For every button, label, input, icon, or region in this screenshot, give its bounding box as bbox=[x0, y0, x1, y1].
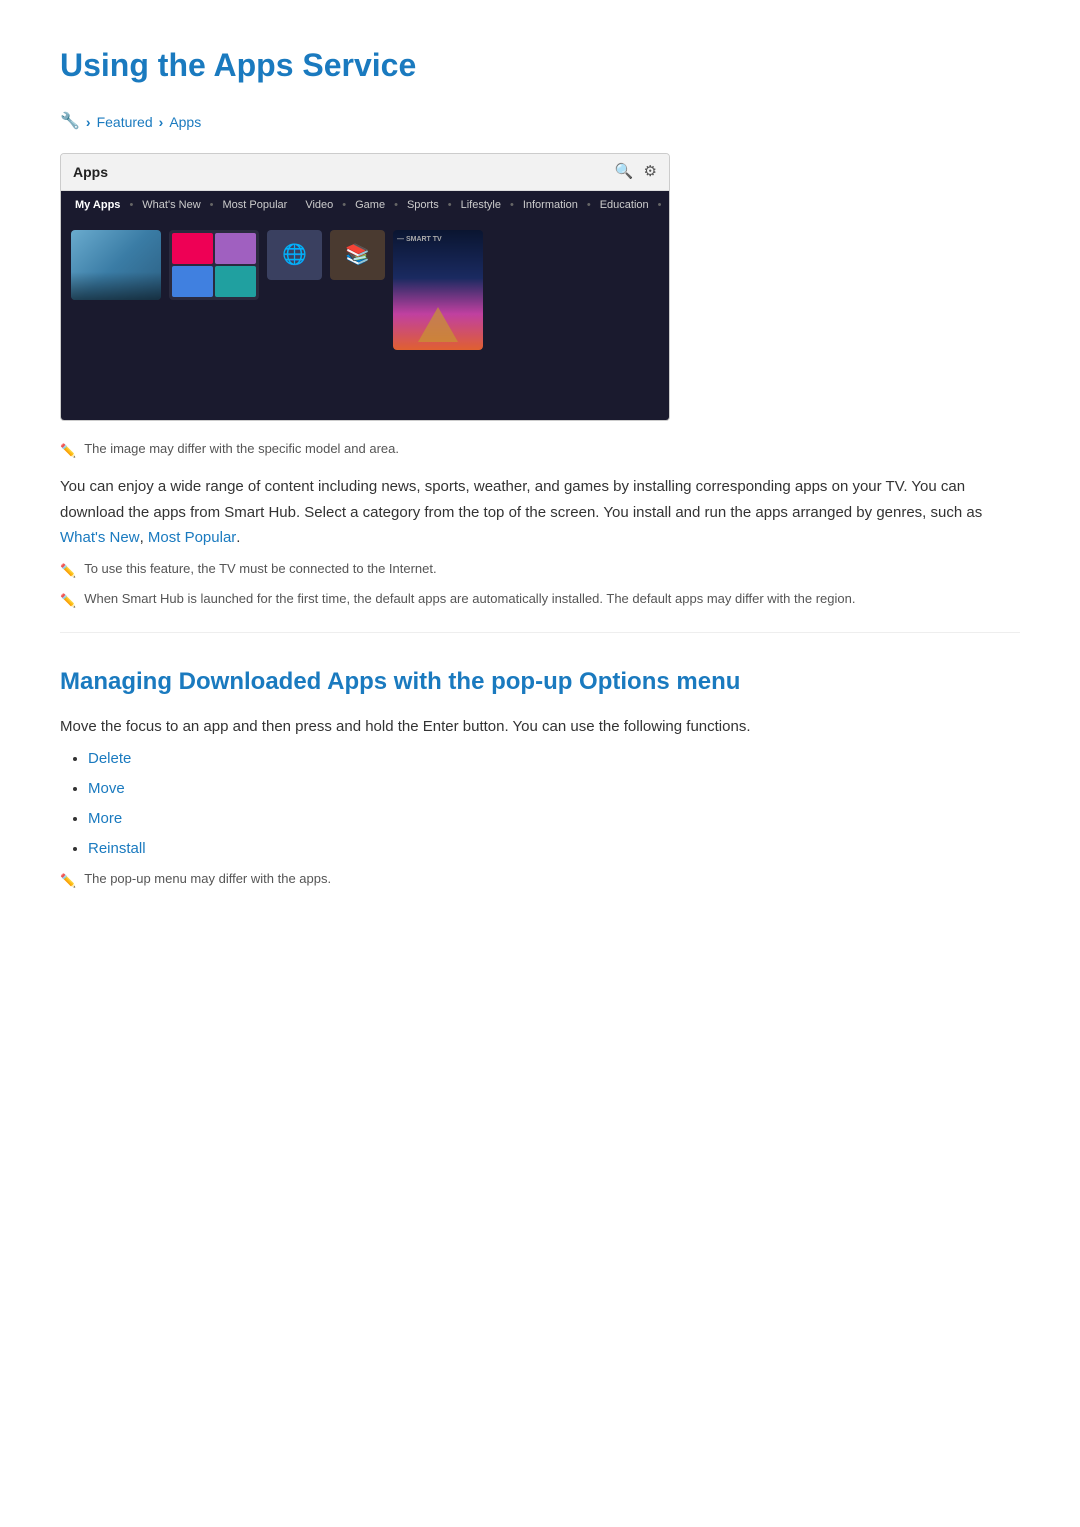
tv-nav-whatsnew: What's New bbox=[138, 195, 204, 217]
tv-screen-mockup: Apps 🔍 ⚙ My Apps • What's New • Most Pop… bbox=[60, 153, 670, 422]
list-item-move: Move bbox=[88, 777, 1020, 801]
tv-nav-kids: Kids bbox=[667, 195, 670, 217]
section2-intro: Move the focus to an app and then press … bbox=[60, 714, 1020, 740]
note-smarthub-text: When Smart Hub is launched for the first… bbox=[84, 589, 855, 610]
tv-nav-video: Video bbox=[301, 195, 337, 217]
tv-content-area: 🌐 📚 — SMART TV bbox=[61, 220, 669, 420]
tv-app-book: 📚 bbox=[330, 230, 385, 280]
link-more[interactable]: More bbox=[88, 810, 122, 827]
note-icon-1: ✏️ bbox=[60, 441, 76, 462]
tv-nav-sports: Sports bbox=[403, 195, 443, 217]
list-item-more: More bbox=[88, 807, 1020, 831]
link-move[interactable]: Move bbox=[88, 780, 125, 797]
image-note-text: The image may differ with the specific m… bbox=[84, 439, 399, 460]
page-title: Using the Apps Service bbox=[60, 40, 1020, 91]
breadcrumb-icon: 🔧 bbox=[60, 109, 80, 135]
tv-featured-app: — SMART TV bbox=[393, 230, 483, 350]
list-item-reinstall: Reinstall bbox=[88, 837, 1020, 861]
tv-app-landscape bbox=[71, 230, 161, 300]
note-internet-text: To use this feature, the TV must be conn… bbox=[84, 559, 436, 580]
section2-note-text: The pop-up menu may differ with the apps… bbox=[84, 869, 331, 890]
tv-app-grid-cell1 bbox=[172, 233, 213, 264]
tv-app-grid bbox=[169, 230, 259, 300]
note-icon-3: ✏️ bbox=[60, 591, 76, 612]
tv-app-grid-cell3 bbox=[172, 266, 213, 297]
tv-nav-game: Game bbox=[351, 195, 389, 217]
link-reinstall[interactable]: Reinstall bbox=[88, 840, 146, 857]
tv-nav-education: Education bbox=[596, 195, 653, 217]
tv-search-icon: 🔍 bbox=[615, 160, 634, 184]
tv-app-globe: 🌐 bbox=[267, 230, 322, 280]
breadcrumb-apps[interactable]: Apps bbox=[169, 111, 201, 133]
tv-nav-myapps: My Apps bbox=[71, 195, 124, 217]
note-icon-4: ✏️ bbox=[60, 871, 76, 892]
section-divider bbox=[60, 632, 1020, 633]
tv-top-icons: 🔍 ⚙ bbox=[615, 160, 657, 184]
tv-top-bar: Apps 🔍 ⚙ bbox=[61, 154, 669, 191]
breadcrumb: 🔧 › Featured › Apps bbox=[60, 109, 1020, 135]
tv-smart-label: — SMART TV bbox=[397, 234, 442, 245]
tv-second-row: 🌐 📚 bbox=[267, 230, 385, 280]
section2-footer-note: ✏️ The pop-up menu may differ with the a… bbox=[60, 869, 1020, 892]
tv-settings-icon: ⚙ bbox=[644, 160, 657, 184]
main-text-body: You can enjoy a wide range of content in… bbox=[60, 478, 982, 521]
tv-nav-mostpopular: Most Popular bbox=[219, 195, 292, 217]
breadcrumb-featured[interactable]: Featured bbox=[97, 111, 153, 133]
tv-prism-shape bbox=[418, 307, 458, 342]
tv-app-grid-cell4 bbox=[215, 266, 256, 297]
tv-nav-lifestyle: Lifestyle bbox=[457, 195, 505, 217]
breadcrumb-sep2: › bbox=[159, 111, 164, 133]
section2-list: Delete Move More Reinstall bbox=[60, 747, 1020, 861]
image-note: ✏️ The image may differ with the specifi… bbox=[60, 439, 1020, 462]
tv-nav-bar: My Apps • What's New • Most Popular Vide… bbox=[61, 191, 669, 221]
link-whatsnew[interactable]: What's New bbox=[60, 529, 140, 546]
link-delete[interactable]: Delete bbox=[88, 750, 131, 767]
note-internet: ✏️ To use this feature, the TV must be c… bbox=[60, 559, 1020, 582]
note-icon-2: ✏️ bbox=[60, 561, 76, 582]
main-paragraph: You can enjoy a wide range of content in… bbox=[60, 474, 1020, 551]
tv-app-grid-cell2 bbox=[215, 233, 256, 264]
note-smarthub: ✏️ When Smart Hub is launched for the fi… bbox=[60, 589, 1020, 612]
main-text-end: . bbox=[236, 529, 240, 546]
link-mostpopular[interactable]: Most Popular bbox=[148, 529, 236, 546]
section2-title: Managing Downloaded Apps with the pop-up… bbox=[60, 663, 1020, 701]
tv-apps-label: Apps bbox=[73, 161, 108, 183]
list-item-delete: Delete bbox=[88, 747, 1020, 771]
breadcrumb-sep: › bbox=[86, 111, 91, 133]
tv-nav-information: Information bbox=[519, 195, 582, 217]
